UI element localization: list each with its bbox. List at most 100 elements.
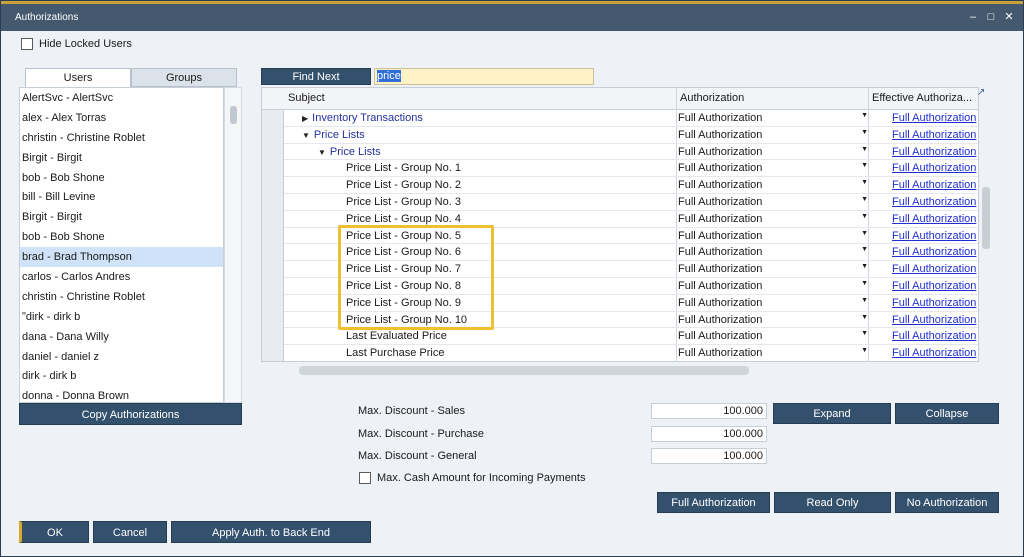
authorization-dropdown[interactable]: Full Authorization ▼ [678,330,870,342]
effective-authorization-link[interactable]: Full Authorization [892,280,976,292]
user-list-item[interactable]: brad - Brad Thompson [20,247,223,268]
grid-row[interactable]: Price List - Group No. 3 Full Authorizati… [284,194,978,211]
user-list-item[interactable]: ʺdirk - dirk b [20,307,223,327]
effective-authorization-link[interactable]: Full Authorization [892,146,976,158]
chevron-down-icon[interactable]: ▼ [861,330,868,337]
read-only-button[interactable]: Read Only [774,492,891,513]
ok-button[interactable]: OK [19,521,89,543]
chevron-down-icon[interactable]: ▼ [861,297,868,304]
effective-authorization-link[interactable]: Full Authorization [892,330,976,342]
grid-row[interactable]: Price List - Group No. 6 Full Authorizati… [284,244,978,262]
find-next-button[interactable]: Find Next [261,68,371,85]
grid-row[interactable]: Price List - Group No. 2 Full Authorizati… [284,177,978,194]
grid-row[interactable]: ▶ Inventory Transactions Full Authorizatio… [284,110,978,127]
grid-vertical-scrollbar[interactable] [979,87,993,362]
effective-authorization-link[interactable]: Full Authorization [892,179,976,191]
chevron-down-icon[interactable]: ▼ [861,314,868,321]
full-authorization-button[interactable]: Full Authorization [657,492,770,513]
chevron-down-icon[interactable]: ▼ [861,179,868,186]
effective-authorization-link[interactable]: Full Authorization [892,162,976,174]
authorization-dropdown[interactable]: Full Authorization ▼ [678,196,870,208]
authorization-dropdown[interactable]: Full Authorization ▼ [678,314,870,326]
user-list-item[interactable]: AlertSvc - AlertSvc [20,88,223,108]
effective-authorization-link[interactable]: Full Authorization [892,297,976,309]
grid-row[interactable]: ▼ Price Lists Full Authorization ▼ Full Auth… [284,144,978,161]
user-list-item[interactable]: christin - Christine Roblet [20,287,223,307]
max-cash-amount-checkbox[interactable] [359,472,371,484]
grid-row[interactable]: Price List - Group No. 7 Full Authorizati… [284,261,978,278]
expand-triangle-icon[interactable]: ▶ [302,114,308,123]
collapse-triangle-icon[interactable]: ▼ [302,131,310,140]
chevron-down-icon[interactable]: ▼ [861,347,868,354]
grid-row[interactable]: Price List - Group No. 4 Full Authorizati… [284,211,978,228]
column-effective-authorization[interactable]: Effective Authoriza... [872,92,972,104]
chevron-down-icon[interactable]: ▼ [861,146,868,153]
authorization-dropdown[interactable]: Full Authorization ▼ [678,129,870,141]
chevron-down-icon[interactable]: ▼ [861,162,868,169]
user-list-item[interactable]: Birgit - Birgit [20,148,223,168]
max-discount-sales-field[interactable]: 100.000 [651,403,767,419]
tab-users[interactable]: Users [25,68,131,87]
grid-row[interactable]: Price List - Group No. 5 Full Authorizati… [284,228,978,245]
user-list-item[interactable]: bill - Bill Levine [20,187,223,207]
max-discount-general-field[interactable]: 100.000 [651,448,767,464]
user-list-item[interactable]: alex - Alex Torras [20,108,223,128]
authorization-dropdown[interactable]: Full Authorization ▼ [678,112,870,124]
authorization-dropdown[interactable]: Full Authorization ▼ [678,347,870,359]
scroll-thumb[interactable] [982,187,990,249]
chevron-down-icon[interactable]: ▼ [861,246,868,253]
grid-row[interactable]: Price List - Group No. 8 Full Authorizati… [284,278,978,295]
chevron-down-icon[interactable]: ▼ [861,213,868,220]
effective-authorization-link[interactable]: Full Authorization [892,347,976,359]
max-discount-purchase-field[interactable]: 100.000 [651,426,767,442]
grid-row[interactable]: Price List - Group No. 1 Full Authorizati… [284,160,978,178]
no-authorization-button[interactable]: No Authorization [895,492,999,513]
copy-authorizations-button[interactable]: Copy Authorizations [19,403,242,425]
user-list-item[interactable]: donna - Donna Brown [20,386,223,402]
maximize-icon[interactable]: □ [985,10,997,24]
chevron-down-icon[interactable]: ▼ [861,230,868,237]
chevron-down-icon[interactable]: ▼ [861,129,868,136]
grid-row[interactable]: Last Evaluated Price Full Authorization ▼ F… [284,328,978,346]
expand-button[interactable]: Expand [773,403,891,424]
column-subject[interactable]: Subject [288,92,325,104]
chevron-down-icon[interactable]: ▼ [861,196,868,203]
effective-authorization-link[interactable]: Full Authorization [892,213,976,225]
user-list-item[interactable]: bob - Bob Shone [20,168,223,188]
grid-row[interactable]: Price List - Group No. 9 Full Authorizati… [284,295,978,312]
user-list-item[interactable]: carlos - Carlos Andres [20,267,223,287]
user-list-item[interactable]: dana - Dana Willy [20,327,223,347]
effective-authorization-link[interactable]: Full Authorization [892,263,976,275]
collapse-button[interactable]: Collapse [895,403,999,424]
column-authorization[interactable]: Authorization [680,92,744,104]
close-icon[interactable]: ✕ [1003,10,1015,24]
chevron-down-icon[interactable]: ▼ [861,112,868,119]
chevron-down-icon[interactable]: ▼ [861,280,868,287]
minimize-icon[interactable]: – [967,10,979,24]
grid-row[interactable]: Price List - Group No. 10 Full Authorizat… [284,312,978,329]
effective-authorization-link[interactable]: Full Authorization [892,112,976,124]
grid-row[interactable]: Last Purchase Price Full Authorization ▼ Fu… [284,345,978,361]
authorization-dropdown[interactable]: Full Authorization ▼ [678,230,870,242]
user-list-item[interactable]: bob - Bob Shone [20,227,223,247]
authorization-dropdown[interactable]: Full Authorization ▼ [678,179,870,191]
apply-auth-back-end-button[interactable]: Apply Auth. to Back End [171,521,371,543]
authorization-dropdown[interactable]: Full Authorization ▼ [678,280,870,292]
authorization-dropdown[interactable]: Full Authorization ▼ [678,246,870,258]
grid-horizontal-scrollbar[interactable] [299,366,749,375]
user-list-item[interactable]: christin - Christine Roblet [20,128,223,148]
user-list-item[interactable]: Birgit - Birgit [20,207,223,227]
effective-authorization-link[interactable]: Full Authorization [892,314,976,326]
authorization-dropdown[interactable]: Full Authorization ▼ [678,263,870,275]
authorization-dropdown[interactable]: Full Authorization ▼ [678,162,870,174]
search-input[interactable]: price [374,68,594,85]
effective-authorization-link[interactable]: Full Authorization [892,129,976,141]
collapse-triangle-icon[interactable]: ▼ [318,148,326,157]
effective-authorization-link[interactable]: Full Authorization [892,246,976,258]
hide-locked-users-checkbox[interactable] [21,38,33,50]
chevron-down-icon[interactable]: ▼ [861,263,868,270]
effective-authorization-link[interactable]: Full Authorization [892,230,976,242]
user-list-item[interactable]: daniel - daniel z [20,347,223,367]
grid-row[interactable]: ▼ Price Lists Full Authorization ▼ Full Auth… [284,127,978,144]
user-list-item[interactable]: dirk - dirk b [20,366,223,386]
